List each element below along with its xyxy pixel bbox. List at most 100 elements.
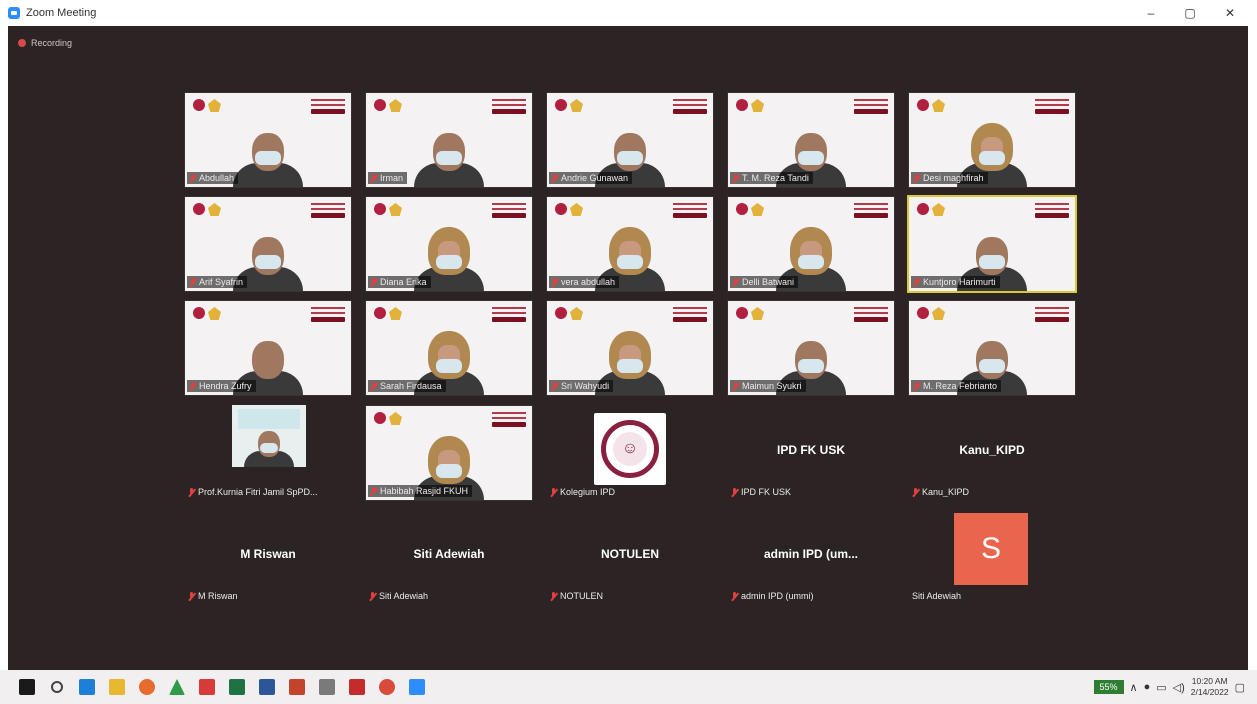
participant-tile[interactable]: NOTULEN NOTULEN xyxy=(546,509,714,605)
participant-name-tag: T. M. Reza Tandi xyxy=(730,172,813,184)
participant-name: T. M. Reza Tandi xyxy=(742,173,809,183)
participant-name-tag: Diana Erika xyxy=(368,276,431,288)
excel-icon[interactable] xyxy=(222,670,252,704)
participant-name-tag: Sarah Firdausa xyxy=(368,380,446,392)
chrome-icon[interactable] xyxy=(372,670,402,704)
clock[interactable]: 10:20 AM 2/14/2022 xyxy=(1191,676,1229,698)
participant-name: Delli Batwani xyxy=(742,277,795,287)
battery-badge[interactable]: 55% xyxy=(1093,680,1124,694)
participant-tile[interactable]: ☺ Kolegium IPD xyxy=(546,405,714,501)
powerpoint-icon[interactable] xyxy=(282,670,312,704)
participant-tile[interactable]: Prof.Kurnia Fitri Jamil SpPD... xyxy=(184,405,352,501)
participant-name: Sri Wahyudi xyxy=(561,381,610,391)
participant-name: M. Reza Febrianto xyxy=(923,381,998,391)
participant-name-tag: vera abdullah xyxy=(549,276,620,288)
institution-logos xyxy=(193,99,221,112)
firefox-icon[interactable] xyxy=(132,670,162,704)
recording-indicator: Recording xyxy=(18,38,72,48)
participant-tile[interactable]: S Siti Adewiah xyxy=(908,509,1076,605)
volume-icon[interactable]: ◁) xyxy=(1173,681,1185,694)
participant-name: Arif Syafrin xyxy=(199,277,244,287)
participant-name-tag: NOTULEN xyxy=(548,590,607,602)
participant-name: Kanu_KIPD xyxy=(922,487,970,497)
participant-tile[interactable]: Sarah Firdausa xyxy=(365,300,533,396)
virtual-background-banner xyxy=(1035,203,1069,218)
participant-name-tag: admin IPD (ummi) xyxy=(729,590,818,602)
emblem-logo-icon xyxy=(389,412,402,425)
close-button[interactable]: ✕ xyxy=(1210,0,1250,26)
minimize-button[interactable]: – xyxy=(1131,0,1171,26)
participant-tile[interactable]: Andrie Gunawan xyxy=(546,92,714,188)
participant-name-tag: Kolegium IPD xyxy=(548,486,619,498)
participant-name-tag: M. Reza Febrianto xyxy=(911,380,1002,392)
virtual-background-banner xyxy=(854,99,888,114)
participant-tile[interactable]: Kanu_KIPD Kanu_KIPD xyxy=(908,405,1076,501)
participant-name-tag: Habibah Rasjid FKUH xyxy=(368,485,473,497)
university-logo-icon xyxy=(736,203,748,215)
mic-muted-icon xyxy=(732,277,739,287)
participant-name-tag: IPD FK USK xyxy=(729,486,795,498)
participant-tile[interactable]: M Riswan M Riswan xyxy=(184,509,352,605)
participant-avatar: S xyxy=(954,513,1028,585)
participant-tile[interactable]: M. Reza Febrianto xyxy=(908,300,1076,396)
institution-logos xyxy=(374,307,402,320)
participant-name-tag: Siti Adewiah xyxy=(910,590,965,602)
university-logo-icon xyxy=(736,307,748,319)
mic-muted-icon xyxy=(370,486,377,496)
virtual-background-banner xyxy=(673,307,707,322)
emblem-logo-icon xyxy=(570,99,583,112)
clock-time: 10:20 AM xyxy=(1191,676,1228,686)
paint-icon[interactable] xyxy=(312,670,342,704)
search-icon[interactable] xyxy=(42,670,72,704)
mic-muted-icon xyxy=(551,173,558,183)
participant-name: Diana Erika xyxy=(380,277,427,287)
virtual-background-banner xyxy=(673,203,707,218)
participant-tile[interactable]: Delli Batwani xyxy=(727,196,895,292)
participant-video xyxy=(409,117,489,187)
participant-tile[interactable]: Kuntjoro Harimurti xyxy=(907,195,1077,293)
mic-muted-icon xyxy=(551,277,558,287)
virtual-background-banner xyxy=(492,307,526,322)
participant-tile[interactable]: Arif Syafrin xyxy=(184,196,352,292)
maximize-button[interactable]: ▢ xyxy=(1170,0,1210,26)
participant-tile[interactable]: Diana Erika xyxy=(365,196,533,292)
emblem-logo-icon xyxy=(208,203,221,216)
zoom-icon[interactable] xyxy=(402,670,432,704)
university-logo-icon xyxy=(555,307,567,319)
participant-name: Prof.Kurnia Fitri Jamil SpPD... xyxy=(198,487,318,497)
participant-tile[interactable]: Maimun Syukri xyxy=(727,300,895,396)
participant-name: Andrie Gunawan xyxy=(561,173,629,183)
institution-logos xyxy=(193,307,221,320)
acrobat-icon[interactable] xyxy=(342,670,372,704)
app-icon[interactable] xyxy=(192,670,222,704)
participant-tile[interactable]: IPD FK USK IPD FK USK xyxy=(727,405,895,501)
network-icon[interactable]: ▭ xyxy=(1156,681,1166,694)
chevron-up-icon[interactable]: ∧ xyxy=(1130,681,1138,694)
microphone-icon[interactable]: ● xyxy=(1144,681,1151,693)
participant-name-tag: Arif Syafrin xyxy=(187,276,248,288)
emblem-logo-icon xyxy=(932,99,945,112)
participant-tile[interactable]: Desi maghfirah xyxy=(908,92,1076,188)
edge-icon[interactable] xyxy=(72,670,102,704)
word-icon[interactable] xyxy=(252,670,282,704)
participant-tile[interactable]: Abdullah xyxy=(184,92,352,188)
participant-tile[interactable]: Habibah Rasjid FKUH xyxy=(365,405,533,501)
participant-tile[interactable]: Siti Adewiah Siti Adewiah xyxy=(365,509,533,605)
participant-tile[interactable]: admin IPD (um... admin IPD (ummi) xyxy=(727,509,895,605)
file-explorer-icon[interactable] xyxy=(102,670,132,704)
emblem-logo-icon xyxy=(751,307,764,320)
participant-tile[interactable]: Hendra Zufry xyxy=(184,300,352,396)
participant-tile[interactable]: vera abdullah xyxy=(546,196,714,292)
windows-start-icon[interactable] xyxy=(12,670,42,704)
institution-logos xyxy=(374,99,402,112)
participant-display-name: IPD FK USK xyxy=(776,443,845,457)
notification-icon[interactable]: ▢ xyxy=(1235,681,1245,694)
participant-tile[interactable]: T. M. Reza Tandi xyxy=(727,92,895,188)
participant-display-name: M Riswan xyxy=(240,547,296,561)
participant-name: Siti Adewiah xyxy=(912,591,962,601)
institution-logos xyxy=(736,99,764,112)
participant-tile[interactable]: Irman xyxy=(365,92,533,188)
emblem-logo-icon xyxy=(208,99,221,112)
participant-tile[interactable]: Sri Wahyudi xyxy=(546,300,714,396)
drive-icon[interactable] xyxy=(162,670,192,704)
